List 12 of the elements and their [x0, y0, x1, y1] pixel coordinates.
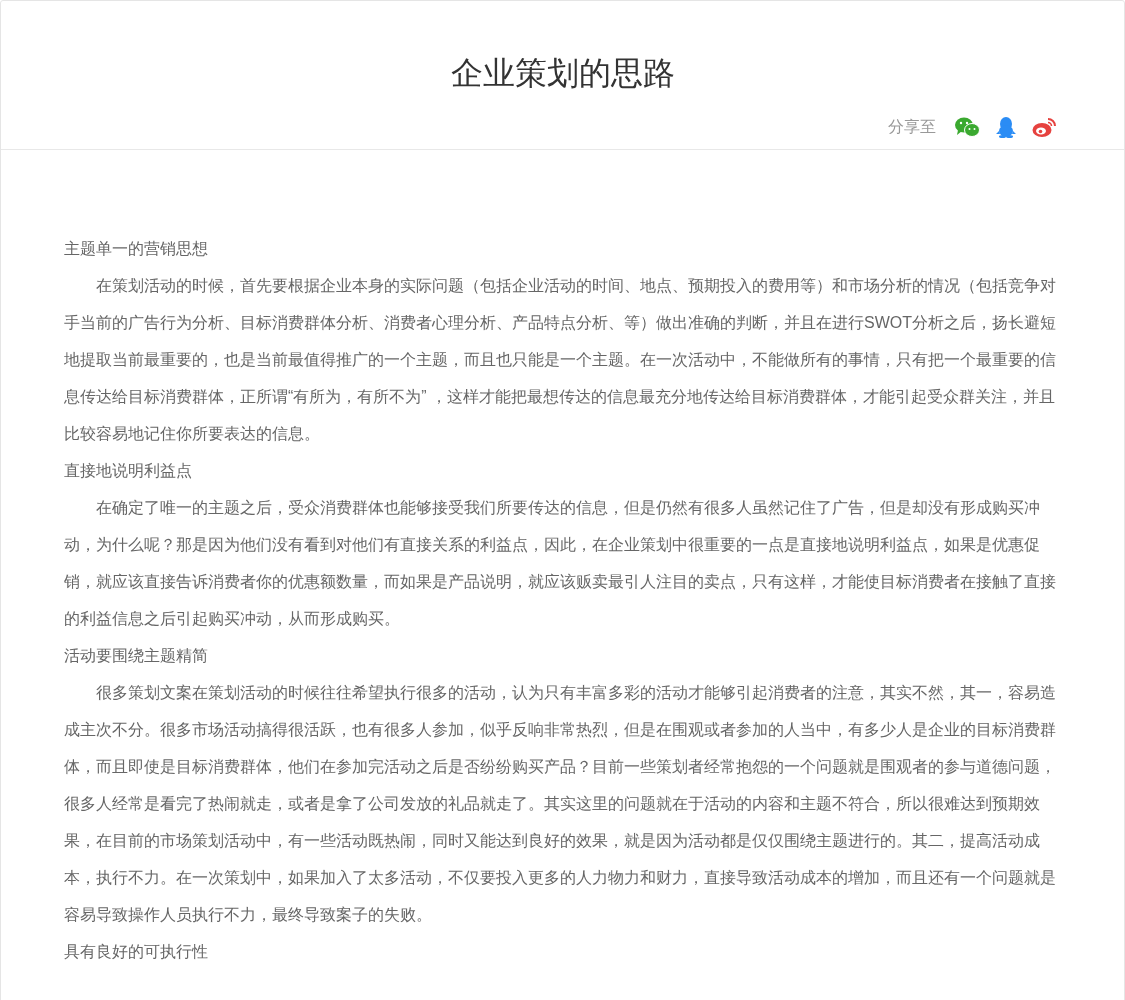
section-heading: 活动要围绕主题精简	[64, 646, 209, 666]
section-heading: 主题单一的营销思想	[64, 239, 209, 259]
section-heading: 具有良好的可执行性	[64, 942, 209, 962]
chat-bubbles-icon[interactable]	[954, 116, 980, 138]
share-label: 分享至	[888, 117, 936, 137]
penguin-icon[interactable]	[996, 116, 1016, 138]
paragraph: 很多策划文案在策划活动的时候往往希望执行很多的活动，认为只有丰富多彩的活动才能够引起消费者的注意，其实不然，其一，容易造成主次不分。很多市场活动搞得很活跃，也有很多人参加，似乎反响非常热烈，但是在围观或者参加的人当中，有多少人是企业的目标消费群体，而且即使是目标消费群体，他们在参加完活动之后是否纷纷购买产品？目前一些策划者经常抱怨的一个问题就是围观者的参与道德问题，很多人经常是看完了热闹就走，或者是拿了公司发放的礼品就走了。其实这里的问题就在于活动的内容和主题不符合，所以很难达到预期效果，在目前的市场策划活动中，有一些活动既热闹，同时又能达到良好的效果，就是因为活动都是仅仅围绕主题进行的。其二，提高活动成本，执行不力。在一次策划中，如果加入了太多活动，不仅要投入更多的人力物力和财力，直接导致活动成本的增加，而且还有一个问题就是容易导致操作人员执行不力，最终导致案子的失败。	[64, 683, 1057, 925]
paragraph: 在确定了唯一的主题之后，受众消费群体也能够接受我们所要传达的信息，但是仍然有很多人虽然记住了广告，但是却没有形成购买冲动，为什么呢？那是因为他们没有看到对他们有直接关系的利益点，因此，在企业策划中很重要的一点是直接地说明利益点，如果是优惠促销，就应该直接告诉消费者你的优惠额数量，而如果是产品说明，就应该贩卖最引人注目的卖点，只有这样，才能使目标消费者在接触了直接的利益信息之后引起购买冲动，从而形成购买。	[64, 498, 1057, 629]
article-title: 企业策划的思路	[450, 54, 675, 93]
paragraph: 在策划活动的时候，首先要根据企业本身的实际问题（包括企业活动的时间、地点、预期投入的费用等）和市场分析的情况（包括竞争对手当前的广告行为分析、目标消费群体分析、消费者心理分析、产品特点分析、等）做出准确的判断，并且在进行SWOT分析之后，扬长避短地提取当前最重要的，也是当前最值得推广的一个主题，而且也只能是一个主题。在一次活动中，不能做所有的事情，只有把一个最重要的信息传达给目标消费群体，正所谓“有所为，有所不为” ，这样才能把最想传达的信息最充分地传达给目标消费群体，才能引起受众群关注，并且比较容易地记住你所要表达的信息。	[64, 276, 1057, 444]
section-heading: 直接地说明利益点	[64, 461, 193, 481]
eye-swirl-icon[interactable]	[1032, 116, 1058, 138]
